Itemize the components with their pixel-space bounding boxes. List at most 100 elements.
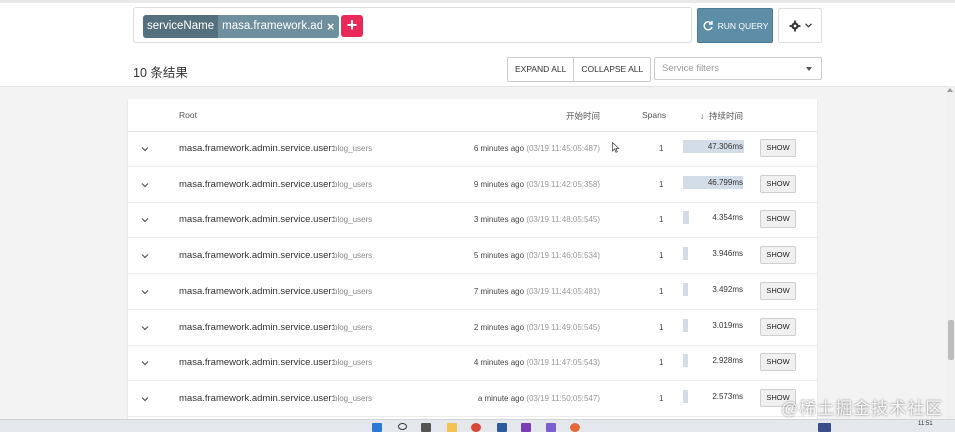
- relative-time: 6 minutes ago: [473, 144, 525, 153]
- show-trace-button[interactable]: SHOW: [760, 353, 796, 372]
- relative-time: 3 minutes ago: [473, 215, 525, 225]
- table-row[interactable]: masa.framework.admin.service.user: blog_u…: [128, 131, 817, 167]
- relative-time: 9 minutes ago: [473, 179, 525, 189]
- span-count: 1: [659, 286, 664, 296]
- show-trace-button[interactable]: SHOW: [760, 139, 796, 157]
- show-trace-button[interactable]: SHOW: [760, 210, 796, 229]
- expand-chevron-icon[interactable]: [141, 359, 149, 367]
- results-toolbar: 10 条结果 EXPAND ALL COLLAPSE ALL Service f…: [0, 52, 955, 87]
- run-query-button[interactable]: RUN QUERY: [697, 8, 773, 43]
- expand-chevron-icon[interactable]: [141, 216, 149, 224]
- trace-results-table: Root 开始时间 Spans ↓ 持续时间 masa.framework.ad…: [128, 99, 817, 419]
- table-row[interactable]: masa.framework.admin.service.user: blog_u…: [128, 274, 817, 310]
- span-count: 1: [659, 393, 664, 403]
- service-name[interactable]: masa.framework.admin.service.user:: [179, 250, 334, 261]
- duration-value: 4.354ms: [712, 213, 743, 223]
- clock[interactable]: 11:51: [918, 421, 933, 427]
- relative-time: 4 minutes ago: [473, 358, 525, 368]
- table-row[interactable]: masa.framework.admin.service.user: blog_u…: [128, 167, 817, 203]
- scrollbar-thumb[interactable]: [948, 320, 954, 360]
- watermark: @稀土掘金技术社区: [781, 399, 944, 418]
- refresh-icon: [703, 20, 713, 30]
- operation-name: blog_users: [333, 144, 373, 153]
- service-name[interactable]: masa.framework.admin.service.user:: [179, 286, 334, 297]
- show-trace-button[interactable]: SHOW: [760, 317, 796, 336]
- start-time: 9 minutes ago (03/19 11:42:05:358): [474, 180, 600, 189]
- start-time: 7 minutes ago (03/19 11:44:05:481): [474, 287, 600, 296]
- duration-bar: 2.928ms: [683, 354, 744, 368]
- expand-chevron-icon[interactable]: [141, 395, 149, 403]
- search-icon[interactable]: [398, 423, 407, 430]
- absolute-time: (03/19 11:46:05:534): [526, 251, 600, 261]
- table-row[interactable]: masa.framework.admin.service.user: blog_u…: [128, 345, 817, 382]
- service-name[interactable]: masa.framework.admin.service.user:: [179, 143, 334, 154]
- service-name[interactable]: masa.framework.admin.service.user:: [179, 393, 334, 404]
- header-duration[interactable]: ↓ 持续时间: [700, 110, 743, 122]
- operation-name: blog_users: [333, 215, 373, 225]
- dropdown-caret-icon: [806, 67, 812, 71]
- start-time: 6 minutes ago (03/19 11:45:05:487): [474, 144, 600, 153]
- collapse-all-button[interactable]: COLLAPSE ALL: [573, 58, 650, 81]
- filter-tag[interactable]: serviceName masa.framework.ad... ×: [143, 15, 340, 38]
- table-row[interactable]: masa.framework.admin.service.user: blog_u…: [128, 310, 817, 346]
- top-divider: [0, 0, 955, 3]
- expand-chevron-icon[interactable]: [141, 324, 149, 332]
- remove-tag-icon[interactable]: ×: [322, 15, 340, 38]
- add-filter-button[interactable]: +: [341, 15, 363, 37]
- service-name[interactable]: masa.framework.admin.service.user:: [179, 214, 334, 225]
- relative-time: 2 minutes ago: [473, 322, 525, 332]
- absolute-time: (03/19 11:49:05:545): [526, 322, 600, 332]
- absolute-time: (03/19 11:47:05:543): [526, 358, 600, 368]
- chevron-down-icon: [804, 23, 812, 28]
- service-name[interactable]: masa.framework.admin.service.user:: [179, 179, 334, 190]
- start-time: 2 minutes ago (03/19 11:49:05:545): [474, 323, 600, 332]
- show-trace-button[interactable]: SHOW: [760, 246, 796, 265]
- expand-collapse-group: EXPAND ALL COLLAPSE ALL: [507, 57, 652, 82]
- header-spans[interactable]: Spans: [642, 110, 666, 120]
- duration-bar: 47.306ms: [683, 140, 744, 153]
- expand-chevron-icon[interactable]: [141, 145, 149, 153]
- duration-bar: 3.946ms: [683, 247, 744, 261]
- duration-bar-fill: [683, 389, 688, 403]
- table-row[interactable]: masa.framework.admin.service.user: blog_u…: [128, 381, 817, 417]
- table-row[interactable]: masa.framework.admin.service.user: blog_u…: [128, 238, 817, 275]
- service-filter-placeholder: Service filters: [662, 63, 720, 74]
- absolute-time: (03/19 11:50:05:547): [526, 393, 600, 403]
- header-root[interactable]: Root: [179, 110, 197, 120]
- show-trace-button[interactable]: SHOW: [760, 174, 796, 193]
- scroll-up-arrow-icon[interactable]: [947, 88, 953, 92]
- expand-chevron-icon[interactable]: [141, 288, 149, 296]
- page-scrollbar[interactable]: [946, 86, 955, 419]
- duration-bar: 3.492ms: [683, 282, 744, 296]
- sort-down-arrow-icon: ↓: [700, 111, 705, 121]
- header-start-time[interactable]: 开始时间: [566, 110, 600, 122]
- settings-button[interactable]: [778, 8, 822, 43]
- service-name[interactable]: masa.framework.admin.service.user:: [179, 357, 334, 368]
- expand-all-button[interactable]: EXPAND ALL: [508, 58, 573, 81]
- operation-name: blog_users: [333, 393, 373, 403]
- filter-tag-value: masa.framework.ad...: [218, 15, 323, 38]
- duration-bar: 2.573ms: [683, 389, 744, 403]
- gear-icon: [789, 20, 800, 31]
- operation-name: blog_users: [333, 179, 373, 189]
- operation-name: blog_users: [333, 358, 373, 368]
- expand-chevron-icon[interactable]: [141, 181, 149, 189]
- query-header: serviceName masa.framework.ad... × + RUN…: [0, 0, 955, 53]
- duration-value: 3.019ms: [712, 320, 743, 330]
- result-count: 10 条结果: [133, 66, 188, 80]
- service-name[interactable]: masa.framework.admin.service.user:: [179, 322, 334, 333]
- table-row[interactable]: masa.framework.admin.service.user: blog_u…: [128, 202, 817, 239]
- duration-bar: 4.354ms: [683, 211, 744, 225]
- duration-value: 47.306ms: [707, 142, 743, 151]
- show-trace-button[interactable]: SHOW: [760, 281, 796, 300]
- service-filter-select[interactable]: Service filters: [654, 57, 822, 80]
- span-count: 1: [659, 251, 664, 261]
- duration-bar-fill: [683, 354, 688, 368]
- mouse-cursor-icon: [612, 142, 620, 153]
- query-input[interactable]: serviceName masa.framework.ad... × +: [133, 7, 692, 43]
- duration-value: 3.492ms: [712, 284, 743, 294]
- duration-bar-fill: [683, 318, 688, 332]
- expand-chevron-icon[interactable]: [141, 252, 149, 260]
- operation-name: blog_users: [333, 322, 373, 332]
- span-count: 1: [659, 215, 664, 225]
